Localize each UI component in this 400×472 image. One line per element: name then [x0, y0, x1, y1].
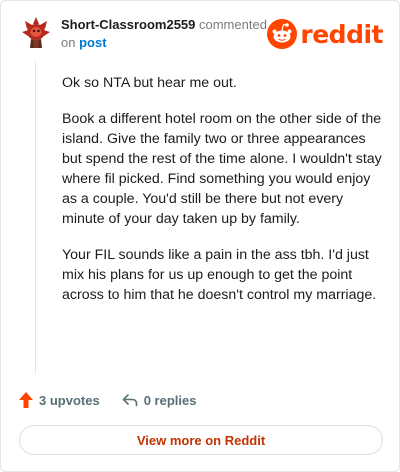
comment-header: Short-Classroom2559 commented on post re… [19, 13, 383, 53]
reddit-logo[interactable]: reddit [267, 19, 383, 49]
reply-button[interactable]: 0 replies [122, 392, 197, 408]
comment-footer: 3 upvotes 0 replies [19, 389, 383, 411]
reddit-wordmark: reddit [300, 19, 383, 49]
thread-line [35, 61, 36, 373]
commented-label: commented [195, 17, 267, 32]
upvote-count: 3 upvotes [39, 392, 100, 408]
reply-arrow-icon [122, 394, 137, 407]
on-label: on [61, 35, 80, 50]
reply-count: 0 replies [143, 392, 197, 408]
comment-paragraph-2: Book a different hotel room on the other… [62, 111, 382, 227]
comment-paragraph-1: Ok so NTA but hear me out. [62, 75, 237, 91]
comment-paragraph-3: Your FIL sounds like a pain in the ass t… [62, 247, 377, 303]
upvote-arrow-icon [19, 392, 33, 408]
embed-card: Short-Classroom2559 commented on post re… [0, 0, 400, 472]
comment-body: Ok so NTA but hear me out. Book a differ… [62, 73, 382, 321]
upvote-button[interactable]: 3 upvotes [19, 392, 100, 408]
username-link[interactable]: Short-Classroom2559 [61, 17, 195, 32]
view-more-button[interactable]: View more on Reddit [19, 425, 383, 455]
comment-meta: Short-Classroom2559 commented on post [61, 16, 281, 52]
post-link[interactable]: post [79, 35, 106, 50]
user-avatar[interactable] [19, 15, 53, 49]
reddit-snoo-icon [267, 19, 298, 49]
avatar-image [22, 17, 50, 48]
